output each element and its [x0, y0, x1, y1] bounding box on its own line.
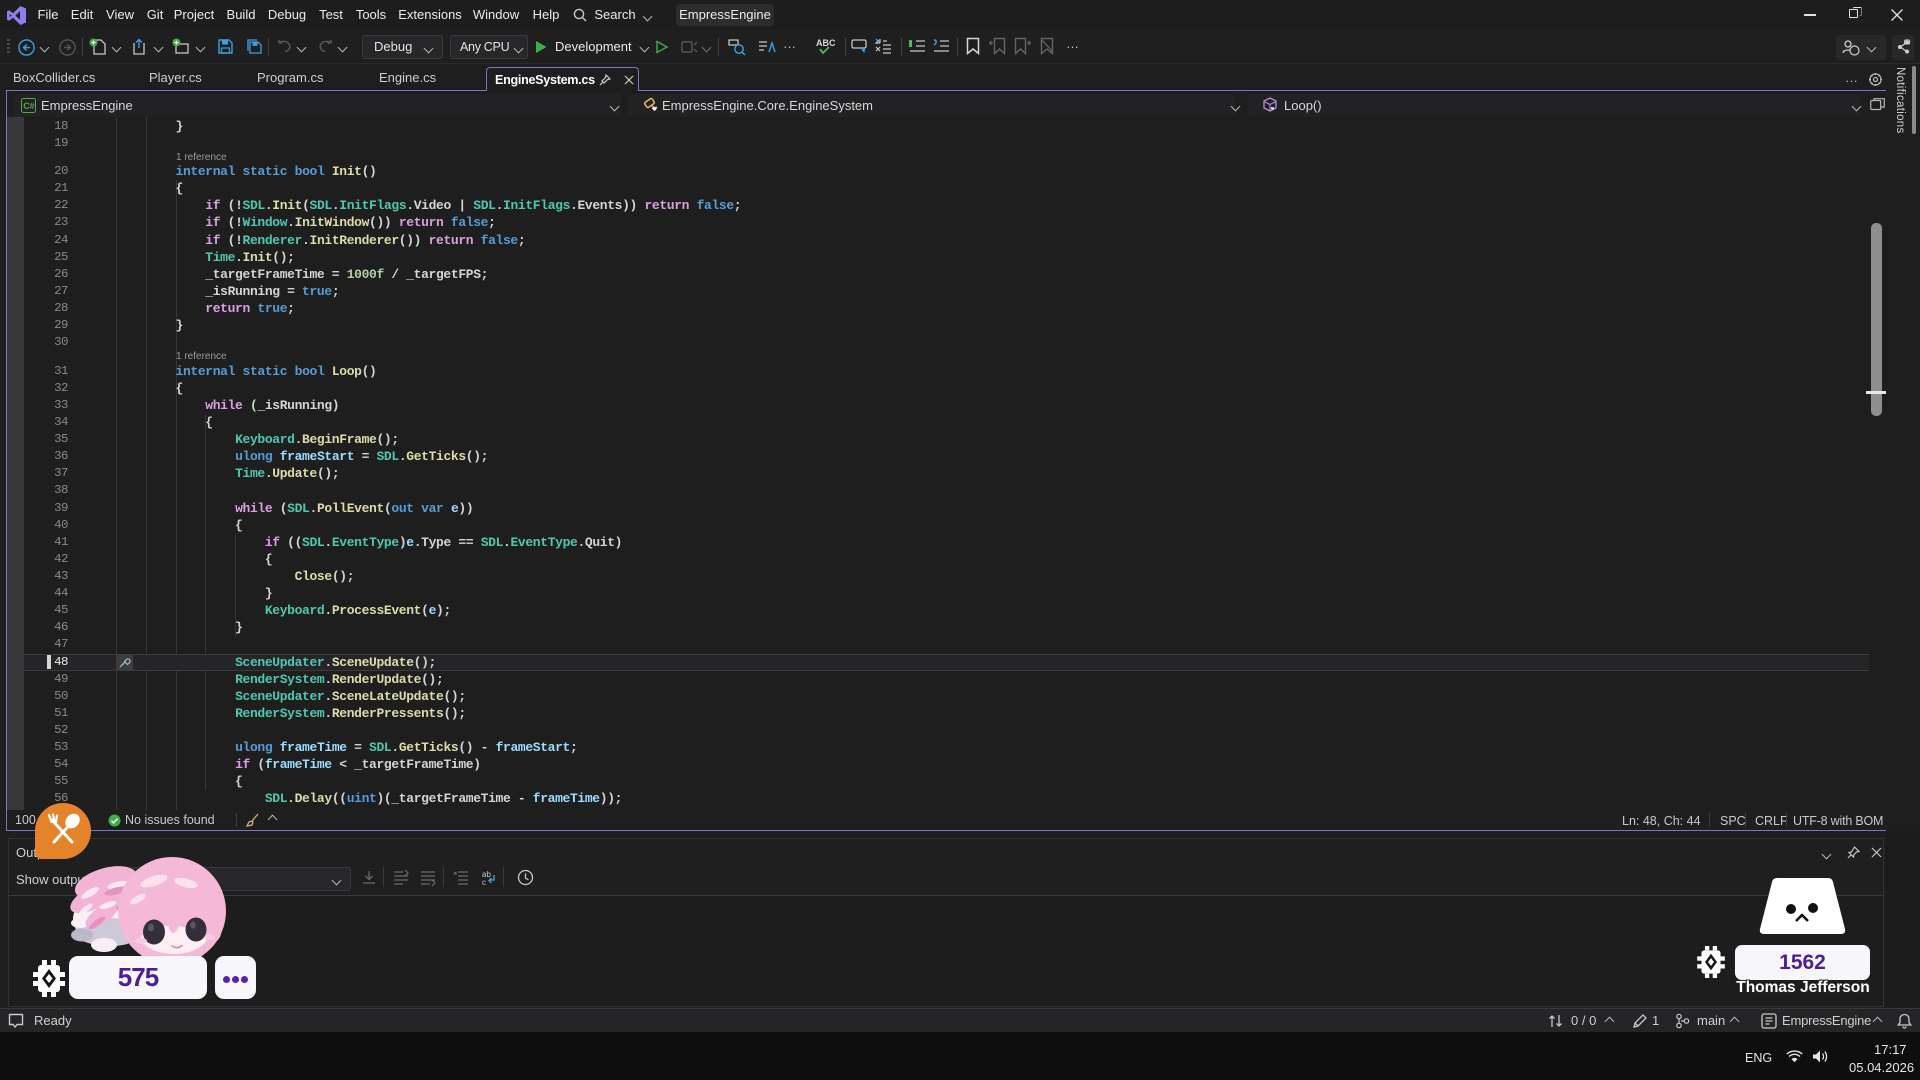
- svg-text:ABC: ABC: [816, 38, 836, 48]
- svg-text:C#: C#: [23, 101, 35, 111]
- svg-text:c: c: [482, 878, 486, 887]
